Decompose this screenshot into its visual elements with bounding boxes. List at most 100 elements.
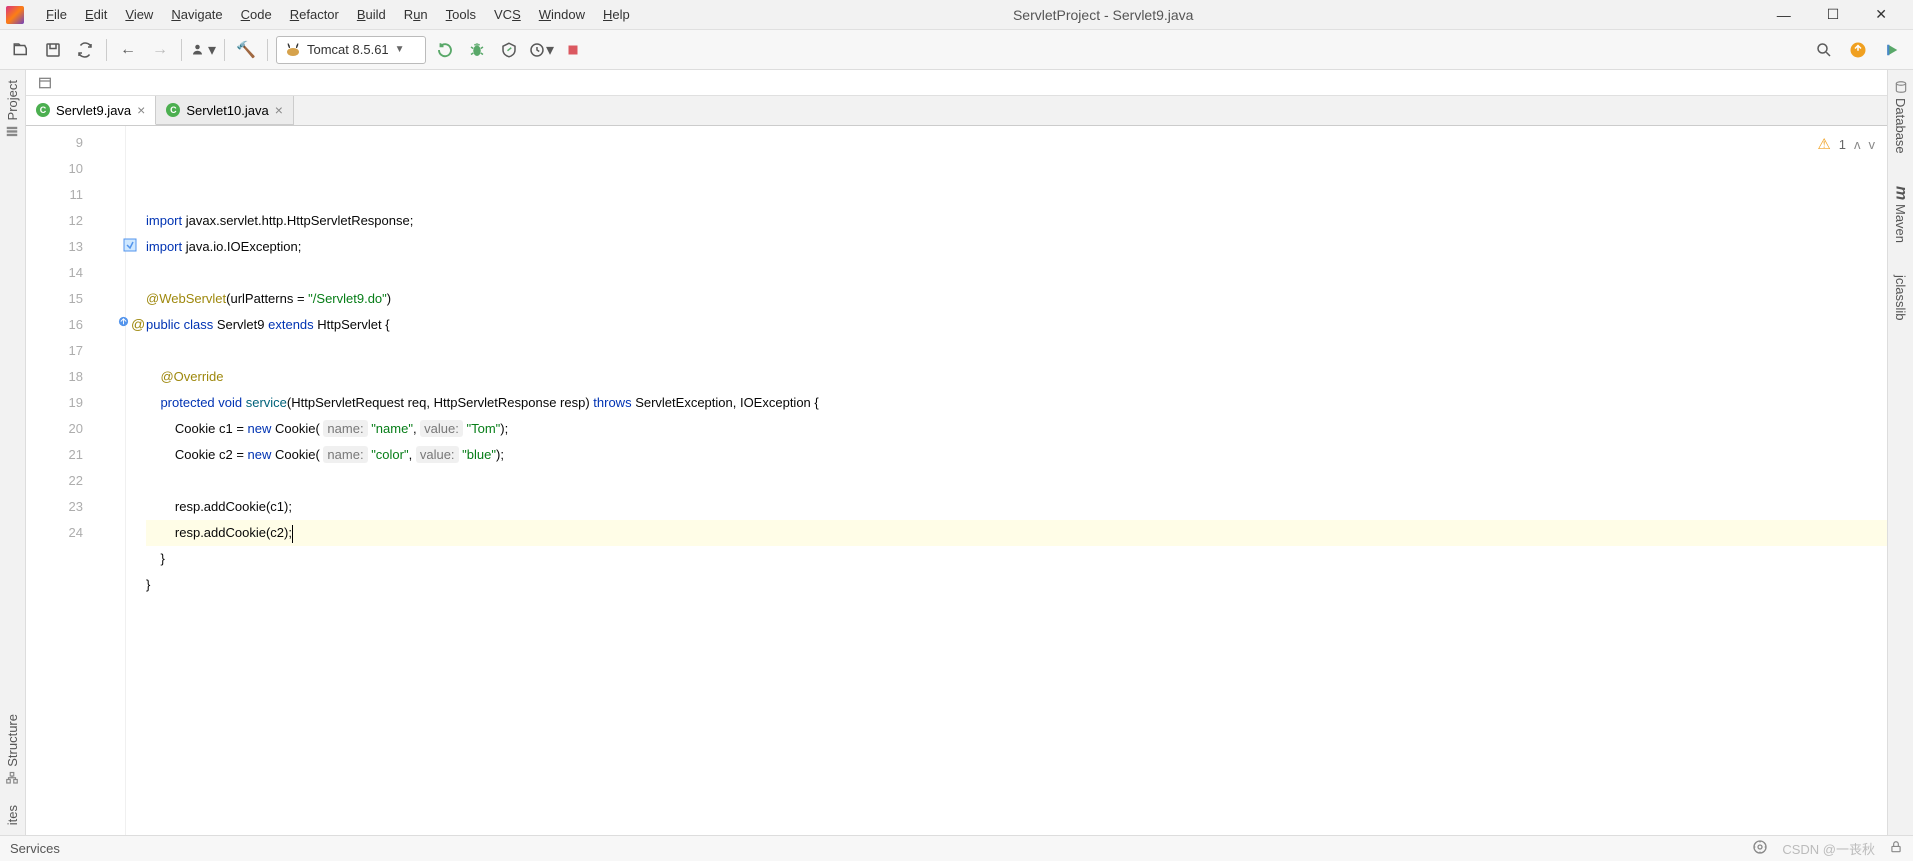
- line-number: 15: [26, 286, 125, 312]
- build-button[interactable]: 🔨: [233, 37, 259, 63]
- forward-button[interactable]: →: [147, 37, 173, 63]
- rerun-button[interactable]: [432, 37, 458, 63]
- favorites-tool-tab[interactable]: ites: [2, 799, 23, 831]
- minimize-button[interactable]: —: [1769, 3, 1799, 27]
- code-line[interactable]: protected void service(HttpServletReques…: [146, 390, 1887, 416]
- run-configuration-dropdown[interactable]: Tomcat 8.5.61 ▼: [276, 36, 426, 64]
- left-tool-gutter: Project Structure ites: [0, 70, 26, 835]
- code-line[interactable]: @WebServlet(urlPatterns = "/Servlet9.do"…: [146, 286, 1887, 312]
- code-line[interactable]: [146, 598, 1887, 624]
- app-icon: [6, 6, 24, 24]
- code-line[interactable]: resp.addCookie(c1);: [146, 494, 1887, 520]
- user-menu-button[interactable]: ▾: [190, 37, 216, 63]
- back-button[interactable]: ←: [115, 37, 141, 63]
- tab-label: Servlet10.java: [186, 103, 268, 118]
- debug-button[interactable]: [464, 37, 490, 63]
- open-button[interactable]: [8, 37, 34, 63]
- jclasslib-tool-tab[interactable]: jclasslib: [1890, 269, 1911, 327]
- code-body[interactable]: ⚠ 1 ʌ v import javax.servlet.http.HttpSe…: [126, 126, 1887, 835]
- line-number: 12: [26, 208, 125, 234]
- code-line[interactable]: @Override: [146, 364, 1887, 390]
- tab-servlet10[interactable]: C Servlet10.java ×: [156, 96, 294, 125]
- coverage-button[interactable]: [496, 37, 522, 63]
- services-tool-button[interactable]: Services: [10, 841, 60, 856]
- chevron-down-icon: ▼: [395, 44, 405, 55]
- tab-servlet9[interactable]: C Servlet9.java ×: [26, 96, 156, 125]
- line-number: 18: [26, 364, 125, 390]
- line-number: 9: [26, 130, 125, 156]
- inspection-badge[interactable]: ⚠ 1 ʌ v: [1817, 132, 1875, 158]
- line-number: 22: [26, 468, 125, 494]
- status-bar: Services CSDN @一丧秋: [0, 835, 1913, 861]
- sync-button[interactable]: [72, 37, 98, 63]
- chevron-down-icon[interactable]: v: [1869, 132, 1876, 158]
- close-tab-button[interactable]: ×: [137, 102, 145, 118]
- stop-button[interactable]: [560, 37, 586, 63]
- structure-tool-tab[interactable]: Structure: [2, 708, 23, 791]
- menu-code[interactable]: Code: [233, 4, 280, 25]
- text-cursor: [292, 525, 293, 543]
- warning-icon: ⚠: [1817, 132, 1830, 158]
- line-number: 20: [26, 416, 125, 442]
- line-number: 16: [26, 312, 125, 338]
- nav-bar: [26, 70, 1887, 96]
- menu-view[interactable]: View: [117, 4, 161, 25]
- class-icon: C: [36, 103, 50, 117]
- updates-button[interactable]: [1845, 37, 1871, 63]
- search-button[interactable]: [1811, 37, 1837, 63]
- menu-build[interactable]: Build: [349, 4, 394, 25]
- line-number: 24: [26, 520, 125, 546]
- menu-refactor[interactable]: Refactor: [282, 4, 347, 25]
- code-line[interactable]: [146, 338, 1887, 364]
- tomcat-icon: [285, 42, 301, 58]
- database-tool-tab[interactable]: Database: [1890, 74, 1911, 160]
- line-number: 10: [26, 156, 125, 182]
- title-bar: File Edit View Navigate Code Refactor Bu…: [0, 0, 1913, 30]
- line-number: 23: [26, 494, 125, 520]
- menu-navigate[interactable]: Navigate: [163, 4, 230, 25]
- close-button[interactable]: ✕: [1867, 2, 1895, 27]
- project-tool-tab[interactable]: Project: [2, 74, 23, 144]
- tab-label: Servlet9.java: [56, 103, 131, 118]
- nav-target-icon[interactable]: [36, 74, 54, 92]
- line-number: 19: [26, 390, 125, 416]
- ide-run-button[interactable]: [1879, 37, 1905, 63]
- code-line[interactable]: [146, 468, 1887, 494]
- right-tool-gutter: Database m Maven jclasslib: [1887, 70, 1913, 835]
- run-config-label: Tomcat 8.5.61: [307, 42, 389, 57]
- line-number: 13: [26, 234, 125, 260]
- menu-file[interactable]: File: [38, 4, 75, 25]
- code-line[interactable]: public class Servlet9 extends HttpServle…: [146, 312, 1887, 338]
- line-number: 21: [26, 442, 125, 468]
- code-line[interactable]: Cookie c1 = new Cookie( name: "name", va…: [146, 416, 1887, 442]
- code-line[interactable]: import java.io.IOException;: [146, 234, 1887, 260]
- warning-count: 1: [1839, 132, 1846, 158]
- ide-status-icon[interactable]: [1752, 839, 1768, 858]
- line-number: 11: [26, 182, 125, 208]
- maven-tool-tab[interactable]: m Maven: [1889, 180, 1913, 249]
- menu-run[interactable]: Run: [396, 4, 436, 25]
- line-number: 17: [26, 338, 125, 364]
- window-title: ServletProject - Servlet9.java: [438, 7, 1769, 23]
- chevron-up-icon[interactable]: ʌ: [1854, 132, 1861, 158]
- code-line[interactable]: import javax.servlet.http.HttpServletRes…: [146, 208, 1887, 234]
- maximize-button[interactable]: ☐: [1819, 2, 1848, 27]
- watermark: CSDN @一丧秋: [1782, 839, 1875, 858]
- toolbar: ← → ▾ 🔨 Tomcat 8.5.61 ▼ ▾: [0, 30, 1913, 70]
- code-line[interactable]: resp.addCookie(c2);: [146, 520, 1887, 546]
- menu-edit[interactable]: Edit: [77, 4, 115, 25]
- save-all-button[interactable]: [40, 37, 66, 63]
- code-line[interactable]: Cookie c2 = new Cookie( name: "color", v…: [146, 442, 1887, 468]
- code-line[interactable]: }: [146, 546, 1887, 572]
- content-area: Project Structure ites C Servlet9.java ×…: [0, 70, 1913, 835]
- line-gutter: @ 9101112131415161718192021222324: [26, 126, 126, 835]
- line-number: 14: [26, 260, 125, 286]
- editor-tabs: C Servlet9.java × C Servlet10.java ×: [26, 96, 1887, 126]
- code-line[interactable]: [146, 260, 1887, 286]
- close-tab-button[interactable]: ×: [275, 102, 283, 118]
- lock-icon[interactable]: [1889, 840, 1903, 857]
- window-controls: — ☐ ✕: [1769, 2, 1913, 27]
- code-editor[interactable]: @ 9101112131415161718192021222324 ⚠ 1 ʌ …: [26, 126, 1887, 835]
- profile-button[interactable]: ▾: [528, 37, 554, 63]
- code-line[interactable]: }: [146, 572, 1887, 598]
